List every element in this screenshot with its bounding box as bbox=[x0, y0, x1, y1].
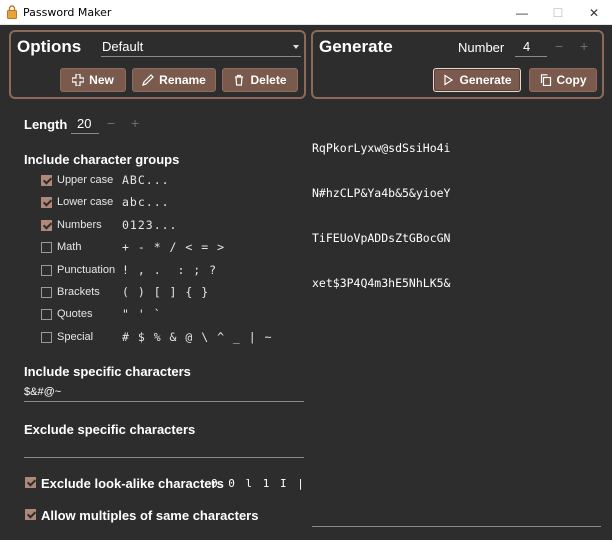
exclude-lookalike-label[interactable]: Exclude look-alike characters bbox=[41, 476, 224, 491]
allow-multiples-checkbox[interactable] bbox=[25, 509, 36, 520]
lookalike-characters: O 0 l 1 I | bbox=[211, 477, 306, 490]
allow-multiples-label[interactable]: Allow multiples of same characters bbox=[41, 508, 258, 523]
upper-case-label: Upper case bbox=[57, 174, 114, 186]
group-special[interactable]: Special # $ % & @ \ ^ _ | ~ bbox=[41, 330, 281, 346]
quotes-checkbox[interactable] bbox=[41, 309, 52, 320]
delete-button-label: Delete bbox=[250, 73, 287, 87]
trash-icon bbox=[235, 74, 244, 86]
lower-case-checkbox[interactable] bbox=[41, 197, 52, 208]
generate-title: Generate bbox=[319, 37, 393, 56]
length-decrement-button[interactable]: − bbox=[107, 115, 115, 131]
lock-icon bbox=[7, 5, 17, 19]
window-title: Password Maker bbox=[23, 6, 112, 19]
group-upper-case[interactable]: Upper case ABC... bbox=[41, 173, 281, 189]
password-line: xet$3P4Q4m3hE5NhLK5& bbox=[312, 276, 451, 290]
math-checkbox[interactable] bbox=[41, 242, 52, 253]
copy-button-label: Copy bbox=[556, 73, 587, 87]
exclude-specific-input[interactable] bbox=[24, 438, 304, 458]
special-label: Special bbox=[57, 331, 94, 343]
password-line: RqPkorLyxw@sdSsiHo4i bbox=[312, 141, 451, 155]
preset-value: Default bbox=[102, 39, 144, 54]
number-label: Number bbox=[458, 40, 505, 55]
generate-button[interactable]: Generate bbox=[433, 68, 521, 92]
copy-icon bbox=[540, 74, 551, 86]
close-button[interactable]: ✕ bbox=[577, 0, 611, 25]
group-quotes[interactable]: Quotes " ' ` bbox=[41, 307, 281, 323]
math-label: Math bbox=[57, 241, 82, 253]
group-punctuation[interactable]: Punctuation ! , . : ; ? bbox=[41, 263, 281, 279]
upper-case-checkbox[interactable] bbox=[41, 175, 52, 186]
title-bar: Password Maker — ☐ ✕ bbox=[0, 0, 612, 25]
lower-case-sample: abc... bbox=[122, 195, 170, 209]
length-input[interactable]: 20 bbox=[71, 114, 99, 134]
lower-case-label: Lower case bbox=[57, 196, 114, 208]
number-decrement-button[interactable]: − bbox=[555, 38, 563, 54]
group-brackets[interactable]: Brackets ( ) [ ] { } bbox=[41, 285, 281, 301]
new-button-label: New bbox=[89, 73, 114, 87]
brackets-sample: ( ) [ ] { } bbox=[122, 285, 210, 299]
preset-dropdown[interactable]: Default bbox=[101, 37, 301, 57]
character-groups-label: Include character groups bbox=[24, 152, 180, 167]
group-math[interactable]: Math + - * / < = > bbox=[41, 240, 281, 256]
password-line: N#hzCLP&Ya4b&5&yioeY bbox=[312, 186, 451, 200]
brackets-label: Brackets bbox=[57, 286, 100, 298]
group-lower-case[interactable]: Lower case abc... bbox=[41, 195, 281, 211]
math-sample: + - * / < = > bbox=[122, 240, 226, 254]
number-input[interactable]: 4 bbox=[515, 37, 547, 57]
punctuation-sample: ! , . : ; ? bbox=[122, 263, 218, 277]
numbers-label: Numbers bbox=[57, 219, 102, 231]
pencil-icon bbox=[142, 74, 155, 86]
plus-icon bbox=[72, 74, 85, 86]
number-increment-button[interactable]: + bbox=[580, 38, 588, 54]
exclude-specific-label: Exclude specific characters bbox=[24, 422, 196, 437]
length-increment-button[interactable]: + bbox=[131, 115, 139, 131]
generate-button-label: Generate bbox=[459, 73, 512, 87]
special-checkbox[interactable] bbox=[41, 332, 52, 343]
numbers-sample: 0123... bbox=[122, 218, 178, 232]
password-output[interactable]: RqPkorLyxw@sdSsiHo4i N#hzCLP&Ya4b&5&yioe… bbox=[312, 111, 450, 306]
special-sample: # $ % & @ \ ^ _ | ~ bbox=[122, 330, 273, 344]
minimize-button[interactable]: — bbox=[505, 0, 539, 25]
length-label: Length bbox=[24, 117, 68, 132]
rename-button-label: Rename bbox=[159, 73, 206, 87]
exclude-lookalike-checkbox[interactable] bbox=[25, 477, 36, 488]
numbers-checkbox[interactable] bbox=[41, 220, 52, 231]
maximize-button[interactable]: ☐ bbox=[541, 0, 575, 25]
brackets-checkbox[interactable] bbox=[41, 287, 52, 298]
options-title: Options bbox=[17, 37, 82, 56]
new-button[interactable]: New bbox=[60, 68, 126, 92]
copy-button[interactable]: Copy bbox=[529, 68, 597, 92]
chevron-down-icon bbox=[293, 45, 299, 49]
play-icon bbox=[444, 74, 454, 86]
upper-case-sample: ABC... bbox=[122, 173, 170, 187]
delete-button[interactable]: Delete bbox=[222, 68, 298, 92]
quotes-sample: " ' ` bbox=[122, 307, 162, 321]
output-underline bbox=[312, 526, 601, 527]
group-numbers[interactable]: Numbers 0123... bbox=[41, 218, 281, 234]
include-specific-input[interactable]: $&#@~ bbox=[24, 382, 304, 402]
rename-button[interactable]: Rename bbox=[132, 68, 216, 92]
punctuation-checkbox[interactable] bbox=[41, 265, 52, 276]
punctuation-label: Punctuation bbox=[57, 264, 116, 276]
include-specific-label: Include specific characters bbox=[24, 364, 191, 379]
quotes-label: Quotes bbox=[57, 308, 93, 320]
password-line: TiFEUoVpADDsZtGBocGN bbox=[312, 231, 451, 245]
